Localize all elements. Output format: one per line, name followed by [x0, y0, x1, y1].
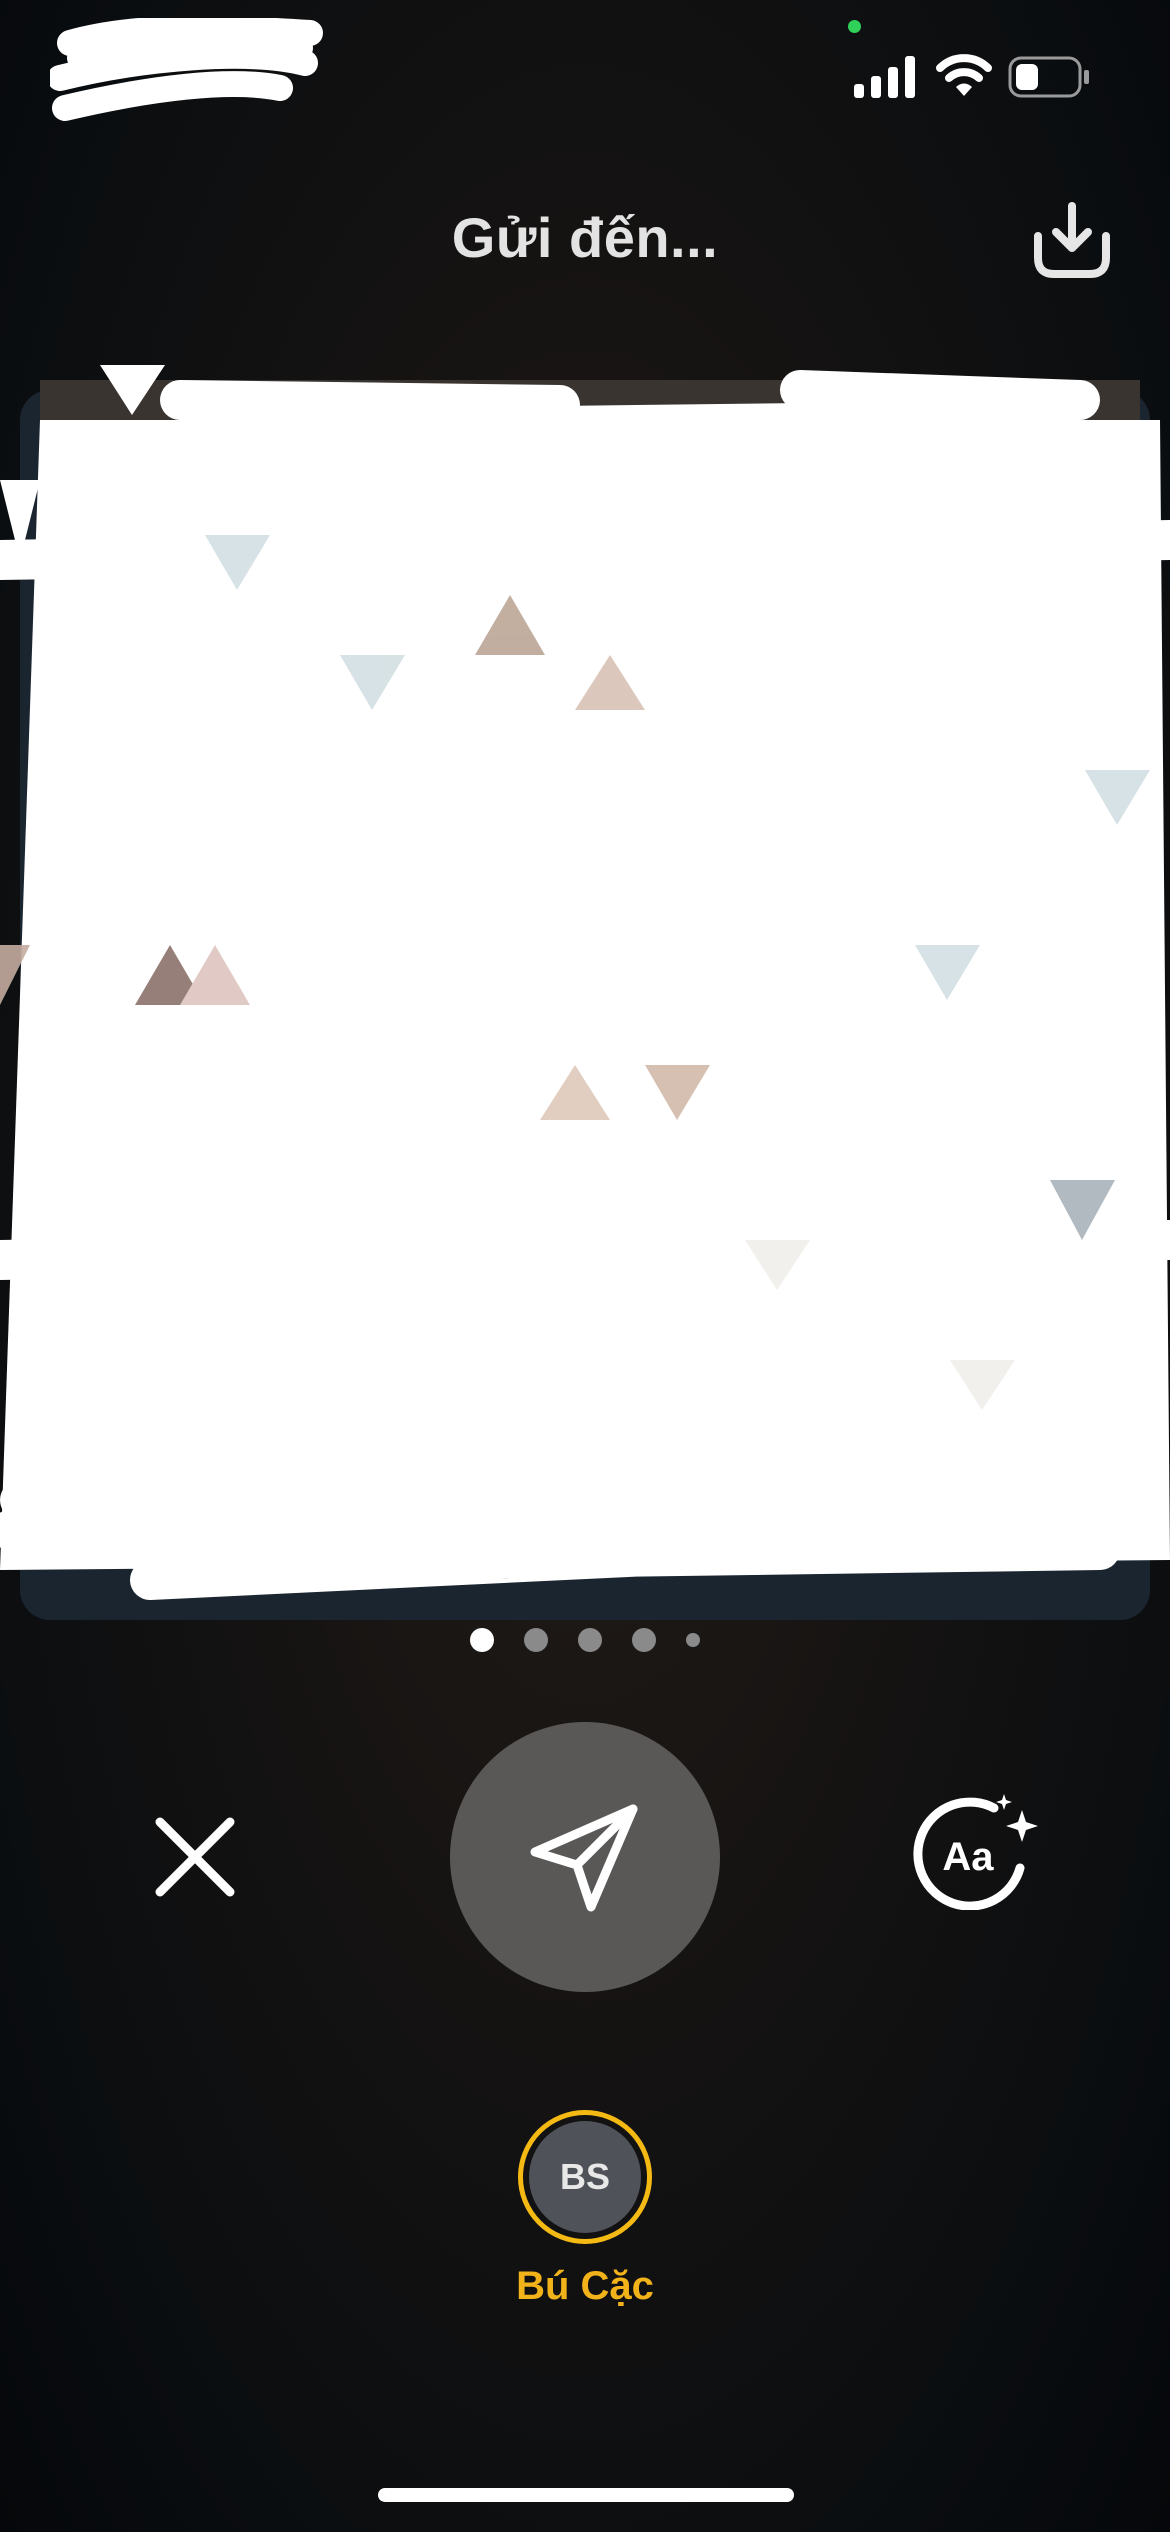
privacy-indicator-dot: [848, 20, 861, 33]
download-icon[interactable]: [1030, 200, 1114, 280]
page-dot[interactable]: [524, 1628, 548, 1652]
redacted-status-scribble: [50, 18, 323, 121]
cellular-signal-icon: [854, 56, 915, 98]
recipient-name[interactable]: Bú Cặc: [0, 2264, 1170, 2309]
story-media-preview: [0, 365, 1170, 1620]
page-dot[interactable]: [632, 1628, 656, 1652]
text-effects-icon[interactable]: Aa: [910, 1790, 1050, 1910]
send-button[interactable]: [450, 1722, 720, 1992]
send-icon: [530, 1804, 638, 1912]
wifi-icon: [936, 54, 992, 96]
home-indicator[interactable]: [378, 2488, 794, 2502]
recipient-avatar-ring[interactable]: BS: [518, 2110, 652, 2244]
page-title: Gửi đến...: [451, 206, 719, 269]
page-dot-active[interactable]: [470, 1628, 494, 1652]
svg-text:Aa: Aa: [942, 1835, 994, 1879]
page-dot[interactable]: [578, 1628, 602, 1652]
avatar-initials: BS: [559, 2156, 610, 2197]
avatar: BS: [529, 2121, 641, 2233]
battery-icon: [1008, 56, 1089, 98]
page-indicator: [0, 1625, 1170, 1655]
close-icon[interactable]: [150, 1812, 240, 1902]
page-dot[interactable]: [686, 1633, 700, 1647]
